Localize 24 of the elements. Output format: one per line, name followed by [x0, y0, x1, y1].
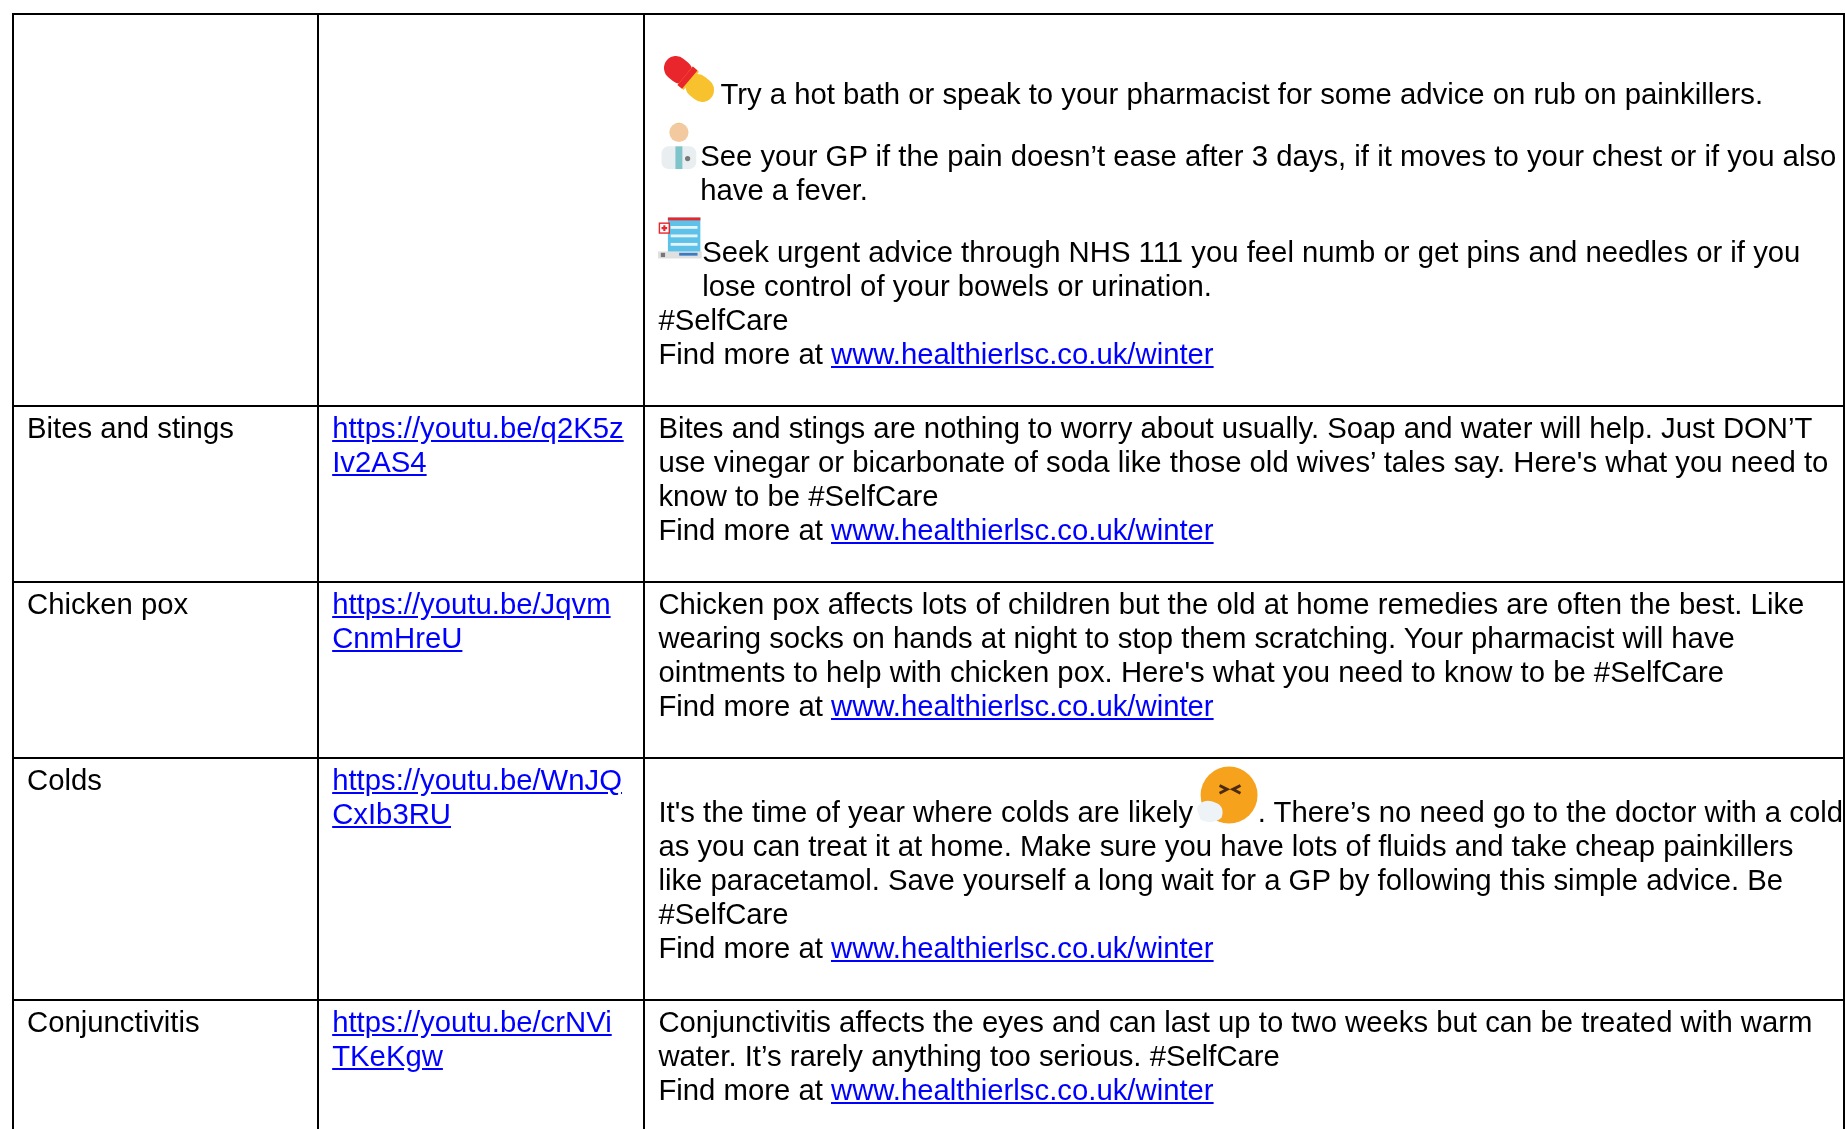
description-text: #SelfCare — [658, 303, 790, 337]
condition-text: Conjunctivitis — [27, 1005, 200, 1038]
description-text: . There’s no need go to the doctor with a cold — [1257, 795, 1843, 829]
condition-text: Chicken pox — [27, 587, 189, 620]
website-link[interactable]: www.healthierlsc.co.uk/winter — [831, 337, 1214, 370]
find-more-text: Find more at — [658, 931, 823, 964]
advice-text: See your GP if the pain doesn’t ease after 3 days, if it moves to your chest or if you also have a fever. — [700, 139, 1838, 207]
description-text: as you can treat it at home. Make sure you have lots of fluids and take cheap painkillers like paracetamol. Save yourself a long wait for a GP by following this simple advice. Be #SelfCare — [658, 829, 1795, 931]
description-text: Conjunctivitis affects the eyes and can last up to two weeks but can be treated with warm water. It’s rarely anything too serious. #SelfCare — [658, 1005, 1814, 1073]
condition-text: Colds — [27, 763, 102, 796]
condition-text: Bites and stings — [27, 411, 234, 444]
website-link[interactable]: www.healthierlsc.co.uk/winter — [831, 513, 1214, 546]
website-link[interactable]: www.healthierlsc.co.uk/winter — [831, 931, 1214, 964]
description-text: Bites and stings are nothing to worry about usually. Soap and water will help. Just DON’T use vinegar or bicarbonate of soda like those old wives’ tales say. Here's what you need to know to be #SelfCare — [658, 411, 1830, 513]
find-more-text: Find more at — [658, 337, 823, 370]
website-link[interactable]: www.healthierlsc.co.uk/winter — [831, 1073, 1214, 1106]
find-more-text: Find more at — [658, 1073, 823, 1106]
find-more-text: Find more at — [658, 689, 823, 722]
find-more-text: Find more at — [658, 513, 823, 546]
website-link[interactable]: www.healthierlsc.co.uk/winter — [831, 689, 1214, 722]
description-text: It's the time of year where colds are likely — [658, 795, 1194, 829]
description-text: Chicken pox affects lots of children but the old at home remedies are often the best. Like wearing socks on hands at night to stop them scratching. Your pharmacist will have ointments to help with chicken pox. Here's what you need to know to be #SelfCare — [658, 587, 1806, 689]
advice-text: Seek urgent advice through NHS 111 you feel numb or get pins and needles or if you lose control of your bowels or urination. — [702, 235, 1802, 303]
advice-text: Try a hot bath or speak to your pharmacist for some advice on rub on painkillers. — [720, 77, 1764, 111]
